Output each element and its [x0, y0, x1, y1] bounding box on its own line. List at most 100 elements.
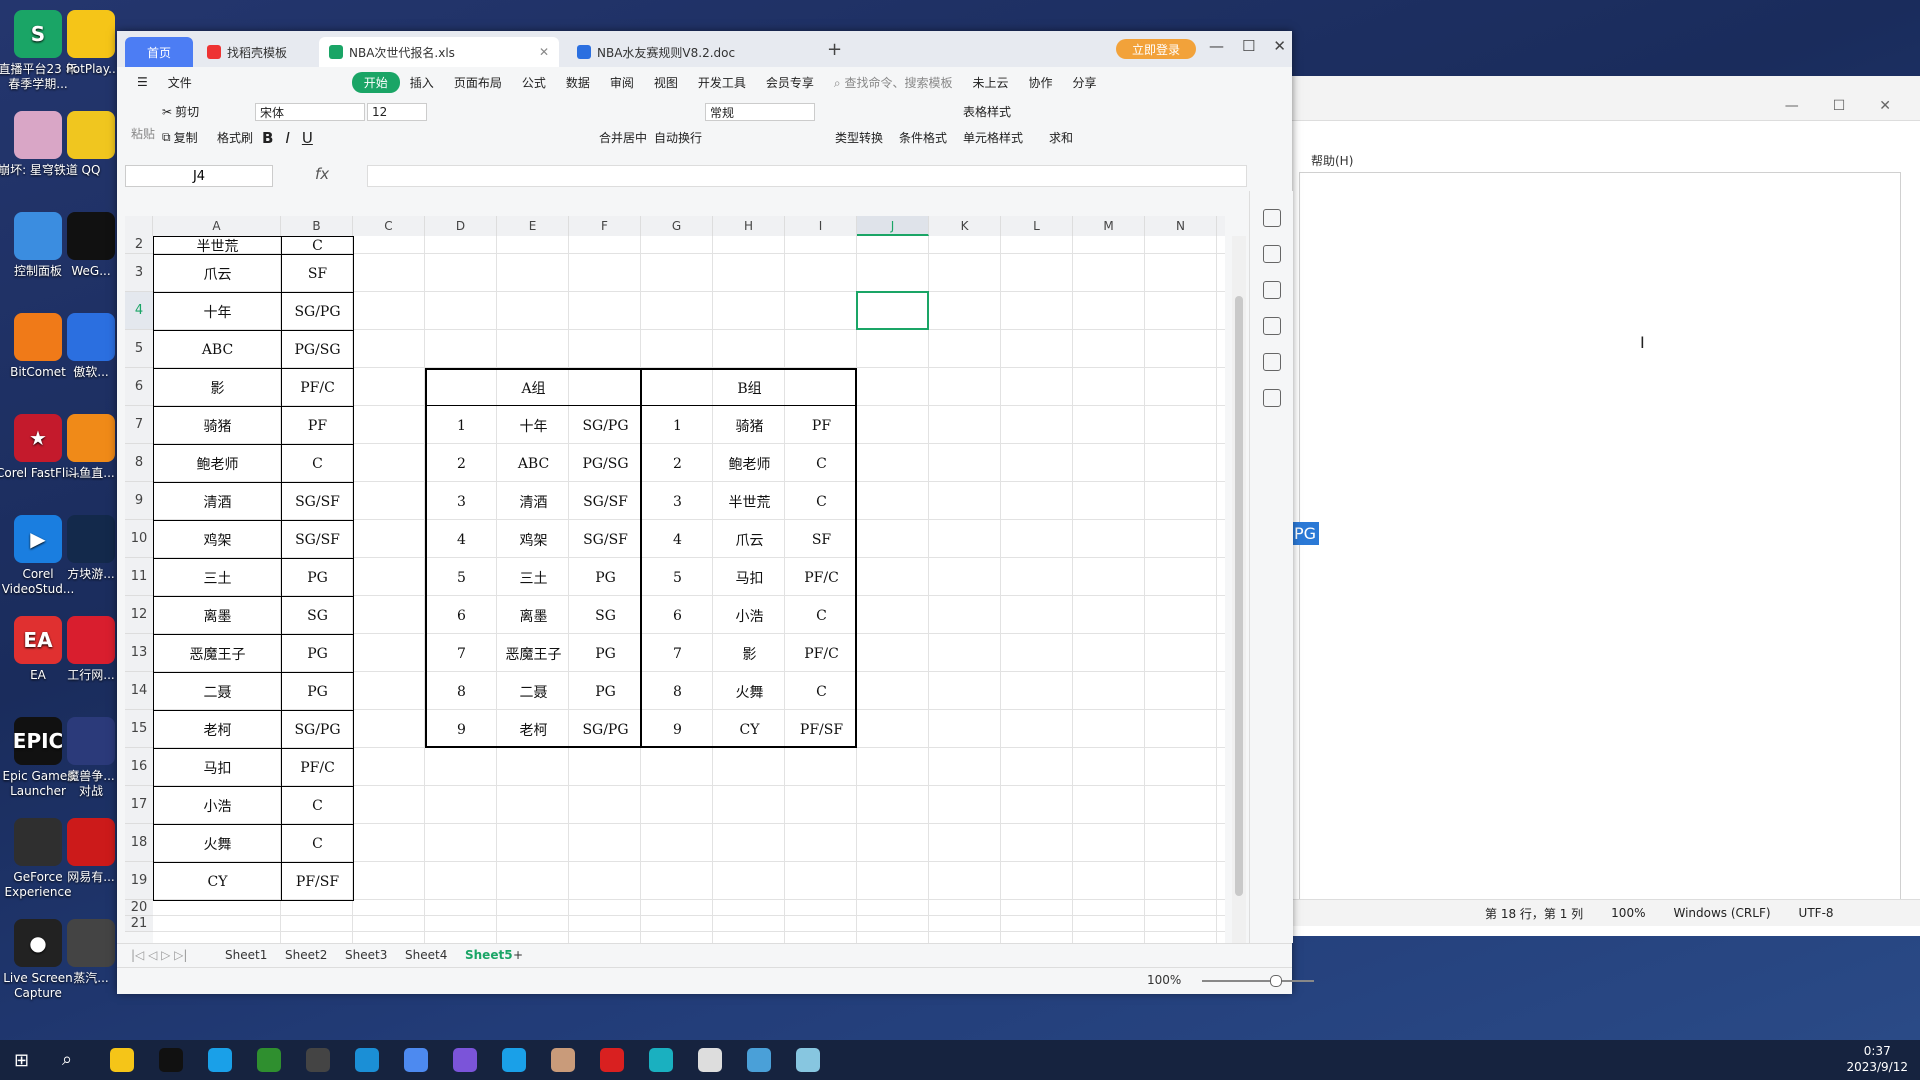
player-position-cell[interactable]: SG/PG [281, 710, 354, 749]
player-position-cell[interactable]: PF/SF [281, 862, 354, 901]
desktop-icon[interactable]: QQ [66, 111, 116, 178]
menu-member[interactable]: 会员专享 [756, 74, 824, 91]
row-header[interactable]: 16 [125, 748, 153, 786]
player-position-cell[interactable]: SG/PG [281, 292, 354, 331]
table-style-button[interactable]: 表格样式 [963, 103, 1011, 120]
row-header[interactable]: 9 [125, 482, 153, 520]
row-header[interactable]: 11 [125, 558, 153, 596]
formula-input[interactable] [367, 165, 1247, 187]
underline-icon[interactable]: U [302, 129, 313, 147]
merge-center-button[interactable]: 合并居中 [599, 129, 647, 146]
row-header[interactable]: 3 [125, 254, 153, 292]
player-name-cell[interactable]: 骑猪 [153, 406, 282, 445]
menu-formula[interactable]: 公式 [512, 74, 556, 91]
desktop-icon[interactable]: 网易有... [66, 818, 116, 885]
row-header[interactable]: 7 [125, 406, 153, 444]
column-header[interactable]: H [713, 216, 785, 236]
taskbar-app-icon[interactable] [404, 1048, 428, 1072]
conditional-format-button[interactable]: 条件格式 [899, 129, 947, 146]
group-b-cell[interactable]: 影 [713, 634, 786, 673]
fx-icon[interactable]: fx [315, 165, 329, 183]
menu-page-layout[interactable]: 页面布局 [444, 74, 512, 91]
add-sheet-icon[interactable]: + [513, 948, 523, 962]
desktop-icon[interactable]: 魔兽争... 对战 [66, 717, 116, 799]
player-name-cell[interactable]: 影 [153, 368, 282, 407]
taskbar-app-icon[interactable] [453, 1048, 477, 1072]
player-name-cell[interactable]: CY [153, 862, 282, 901]
player-position-cell[interactable]: C [281, 236, 354, 255]
group-b-cell[interactable]: 半世荒 [713, 482, 786, 521]
row-header[interactable]: 14 [125, 672, 153, 710]
menu-start[interactable]: 开始 [351, 71, 400, 93]
player-name-cell[interactable]: 三土 [153, 558, 282, 597]
format-painter-button[interactable]: 格式刷 [217, 129, 253, 146]
row-header[interactable]: 5 [125, 330, 153, 368]
format-icon[interactable] [1262, 281, 1281, 299]
player-position-cell[interactable]: PG [281, 634, 354, 673]
desktop-icon[interactable]: 方块游... [66, 515, 116, 582]
sum-button[interactable]: 求和 [1049, 129, 1073, 146]
menu-file[interactable]: 文件 [158, 74, 202, 91]
group-b-cell[interactable]: PF/C [785, 558, 858, 597]
group-a-cell[interactable]: 5 [425, 558, 498, 597]
column-header[interactable]: M [1073, 216, 1145, 236]
row-header[interactable]: 21 [125, 916, 153, 932]
cell-grid[interactable]: 半世荒 C 爪云 SF 十年 SG/PG ABC PG/SG 影 PF/C 骑猪 PF 鲍老师 C 清酒 SG… [153, 236, 1225, 956]
sheet-tab[interactable]: Sheet4 [405, 948, 447, 962]
tab-doc-file[interactable]: NBA水友赛规则V8.2.doc [567, 37, 807, 67]
column-header[interactable]: N [1145, 216, 1217, 236]
group-b-cell[interactable]: 9 [641, 710, 714, 749]
zoom-slider-handle[interactable] [1270, 975, 1282, 987]
group-a-cell[interactable]: ABC [497, 444, 570, 483]
player-position-cell[interactable]: PG/SG [281, 330, 354, 369]
italic-icon[interactable]: I [285, 129, 289, 147]
group-a-cell[interactable]: SG/SF [569, 482, 642, 521]
player-position-cell[interactable]: C [281, 824, 354, 863]
taskbar-app-icon[interactable] [600, 1048, 624, 1072]
row-header[interactable]: 17 [125, 786, 153, 824]
menu-insert[interactable]: 插入 [400, 74, 444, 91]
editor-text-area[interactable]: I [1299, 172, 1901, 916]
wrap-text-button[interactable]: 自动换行 [654, 129, 702, 146]
group-a-cell[interactable]: SG/SF [569, 520, 642, 559]
sheet-tab[interactable]: Sheet5 [465, 948, 513, 962]
player-name-cell[interactable]: 鸡架 [153, 520, 282, 559]
close-icon[interactable]: ✕ [1879, 98, 1891, 114]
column-header[interactable]: D [425, 216, 497, 236]
active-cell-J4[interactable] [856, 291, 929, 330]
group-b-cell[interactable]: C [785, 444, 858, 483]
group-a-cell[interactable]: 恶魔王子 [497, 634, 570, 673]
group-b-cell[interactable]: 马扣 [713, 558, 786, 597]
location-icon[interactable] [1262, 353, 1281, 371]
share-button[interactable]: 分享 [1063, 74, 1107, 91]
scroll-thumb[interactable] [1235, 296, 1243, 896]
player-name-cell[interactable]: 小浩 [153, 786, 282, 825]
wps-spreadsheet-window[interactable]: 首页 找稻壳模板 NBA次世代报名.xls ✕ NBA水友赛规则V8.2.doc… [117, 31, 1314, 994]
player-name-cell[interactable]: 老柯 [153, 710, 282, 749]
row-header[interactable]: 13 [125, 634, 153, 672]
desktop-icon[interactable]: 蒸汽... [66, 919, 116, 986]
column-header[interactable]: G [641, 216, 713, 236]
group-a-cell[interactable]: PG [569, 558, 642, 597]
menu-view[interactable]: 视图 [644, 74, 688, 91]
player-position-cell[interactable]: SG [281, 596, 354, 635]
player-position-cell[interactable]: SG/SF [281, 520, 354, 559]
group-a-cell[interactable]: 老柯 [497, 710, 570, 749]
group-b-cell[interactable]: 1 [641, 406, 714, 445]
group-b-cell[interactable]: C [785, 596, 858, 635]
player-position-cell[interactable]: PF/C [281, 748, 354, 787]
group-b-cell[interactable]: 7 [641, 634, 714, 673]
taskbar-app-icon[interactable] [698, 1048, 722, 1072]
tab-template[interactable]: 找稻壳模板 [197, 37, 317, 67]
row-header[interactable]: 2 [125, 236, 153, 254]
paste-button[interactable]: 粘贴 [131, 125, 155, 142]
cut-button[interactable]: ✂ 剪切 [162, 103, 199, 120]
login-button[interactable]: 立即登录 [1116, 39, 1196, 59]
windows-start-icon[interactable]: ⊞ [14, 1050, 29, 1071]
close-icon[interactable]: ✕ [1273, 37, 1286, 55]
sheet-tab[interactable]: Sheet2 [285, 948, 327, 962]
desktop-icon[interactable]: 工行网... [66, 616, 116, 683]
player-position-cell[interactable]: SF [281, 254, 354, 293]
type-convert-button[interactable]: 类型转换 [835, 129, 883, 146]
cloud-status[interactable]: 未上云 [962, 74, 1018, 91]
